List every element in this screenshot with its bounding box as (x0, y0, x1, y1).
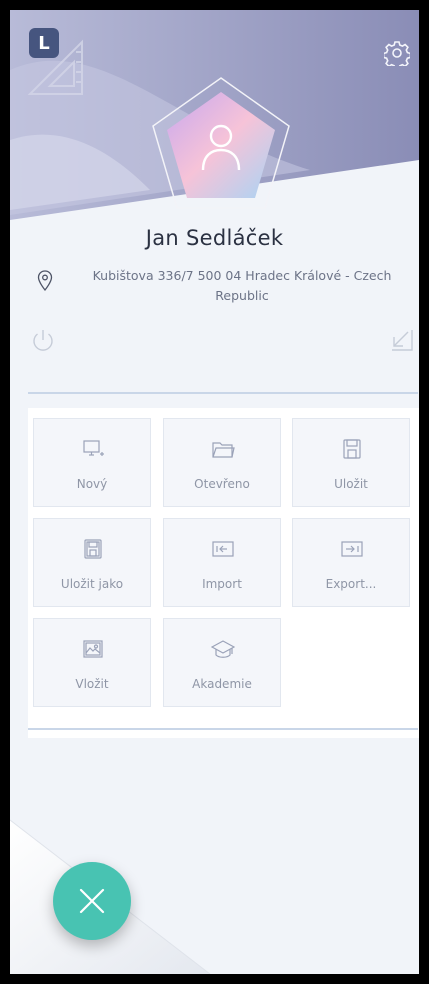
insert-button[interactable]: Vložit (33, 618, 151, 707)
save-as-button[interactable]: Uložit jako (33, 518, 151, 607)
tile-label: Nový (76, 477, 108, 491)
new-button[interactable]: Nový (33, 418, 151, 507)
menu-panel: Nový Otevřeno Uložit Uložit jako Import … (28, 408, 419, 738)
tile-label: Import (202, 577, 242, 591)
location-pin-icon (37, 270, 53, 292)
collapse-arrow-icon[interactable] (388, 326, 414, 352)
new-monitor-icon (83, 440, 104, 456)
tile-label: Vložit (75, 677, 109, 691)
app-logo[interactable]: L (29, 28, 59, 58)
close-button[interactable] (53, 862, 131, 940)
tile-label: Uložit (334, 477, 368, 491)
save-button[interactable]: Uložit (292, 418, 410, 507)
folder-icon (212, 442, 235, 458)
profile-name: Jan Sedláček (145, 226, 284, 250)
tile-label: Otevřeno (194, 477, 250, 491)
insert-image-icon (83, 640, 103, 658)
save-icon (343, 439, 361, 459)
side-panel: L Jan Sedláček Kubištova 336/7 500 04 Hr… (10, 10, 419, 974)
tile-label: Akademie (192, 677, 252, 691)
save-as-icon (84, 539, 102, 559)
settings-gear-icon[interactable] (384, 40, 410, 66)
power-icon[interactable] (31, 328, 55, 354)
close-icon (79, 888, 105, 914)
export-icon (341, 541, 363, 557)
avatar[interactable] (147, 74, 295, 214)
profile-address: Kubištova 336/7 500 04 Hradec Králové - … (92, 268, 392, 303)
tile-label: Export... (325, 577, 377, 591)
academy-cap-icon (211, 640, 235, 658)
import-button[interactable]: Import (163, 518, 281, 607)
divider-top (28, 392, 418, 394)
import-icon (212, 541, 234, 557)
academy-button[interactable]: Akademie (163, 618, 281, 707)
tile-label: Uložit jako (60, 577, 124, 591)
export-button[interactable]: Export... (292, 518, 410, 607)
open-button[interactable]: Otevřeno (163, 418, 281, 507)
